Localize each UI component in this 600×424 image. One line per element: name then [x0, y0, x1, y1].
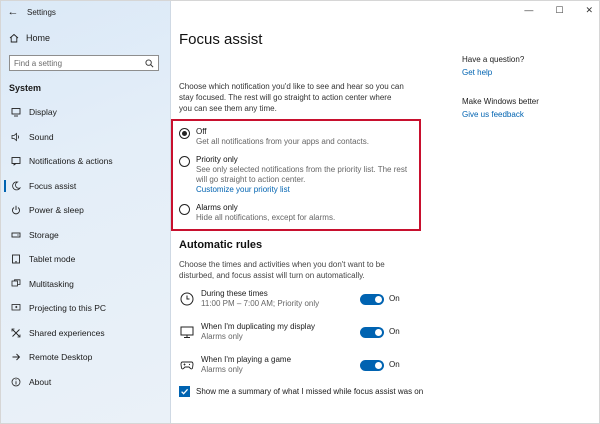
monitor-icon — [179, 324, 195, 340]
intro-text: Choose which notification you'd like to … — [179, 82, 404, 113]
moon-icon — [11, 181, 21, 191]
help-question-heading: Have a question? — [462, 55, 525, 64]
projecting-icon — [11, 303, 21, 313]
option-desc: See only selected notifications from the… — [196, 165, 408, 184]
sidebar-item-power[interactable]: Power & sleep — [1, 198, 171, 223]
radio-button[interactable] — [179, 204, 190, 215]
make-windows-better-heading: Make Windows better — [462, 97, 539, 106]
sidebar-item-storage[interactable]: Storage — [1, 223, 171, 248]
sidebar-item-label: Shared experiences — [29, 327, 105, 338]
close-button[interactable]: ✕ — [585, 5, 593, 16]
option-off[interactable]: Off Get all notifications from your apps… — [179, 127, 416, 147]
get-help-link[interactable]: Get help — [462, 68, 592, 77]
sound-icon — [11, 132, 21, 142]
remote-icon — [11, 352, 21, 362]
section-label: System — [9, 83, 42, 93]
rule-sub: Alarms only — [201, 332, 243, 341]
help-panel: Have a question? Get help Make Windows b… — [462, 55, 592, 119]
sidebar-item-remote[interactable]: Remote Desktop — [1, 345, 171, 370]
sidebar-item-label: Sound — [29, 131, 54, 142]
sidebar-item-label: Multitasking — [29, 278, 74, 289]
toggle-switch[interactable] — [360, 360, 384, 371]
sidebar-item-multitasking[interactable]: Multitasking — [1, 272, 171, 297]
nav-list: Display Sound Notifications & actions Fo… — [1, 100, 171, 394]
info-icon — [11, 377, 21, 387]
sidebar-item-label: Notifications & actions — [29, 156, 113, 167]
app-title: Settings — [27, 7, 56, 17]
nav-home-label: Home — [26, 33, 51, 43]
customize-priority-link[interactable]: Customize your priority list — [196, 185, 416, 195]
give-feedback-link[interactable]: Give us feedback — [462, 110, 592, 119]
toggle-label: On — [389, 360, 400, 369]
sidebar-item-label: Projecting to this PC — [29, 303, 107, 314]
title-bar: ← Settings — [1, 1, 171, 23]
rule-playing-game[interactable]: When I'm playing a game Alarms only On — [179, 355, 409, 381]
rule-title: When I'm duplicating my display — [201, 322, 316, 331]
sidebar-item-label: Tablet mode — [29, 254, 76, 265]
rules-title: Automatic rules — [179, 239, 263, 251]
sidebar-item-label: Focus assist — [29, 180, 77, 191]
shared-icon — [11, 328, 21, 338]
option-title: Alarms only — [196, 203, 238, 212]
rule-duplicating-display[interactable]: When I'm duplicating my display Alarms o… — [179, 322, 409, 348]
search-box[interactable] — [9, 55, 159, 71]
option-priority-only[interactable]: Priority only See only selected notifica… — [179, 155, 416, 195]
main-content: Focus assist Choose which notification y… — [171, 1, 449, 423]
display-icon — [11, 107, 21, 117]
minimize-button[interactable]: — — [524, 5, 533, 16]
option-alarms-only[interactable]: Alarms only Hide all notifications, exce… — [179, 203, 416, 223]
sidebar-item-label: Storage — [29, 229, 59, 240]
tablet-icon — [11, 254, 21, 264]
toggle-switch[interactable] — [360, 294, 384, 305]
sidebar-item-sound[interactable]: Sound — [1, 125, 171, 150]
summary-checkbox[interactable] — [179, 386, 190, 397]
sidebar-item-tablet[interactable]: Tablet mode — [1, 247, 171, 272]
sidebar-item-label: Remote Desktop — [29, 352, 93, 363]
home-icon — [9, 33, 19, 43]
sidebar-item-notifications[interactable]: Notifications & actions — [1, 149, 171, 174]
sidebar-item-focus-assist[interactable]: Focus assist — [1, 174, 171, 199]
sidebar-item-shared[interactable]: Shared experiences — [1, 321, 171, 346]
rule-title: When I'm playing a game — [201, 355, 292, 364]
option-title: Priority only — [196, 155, 238, 164]
multitasking-icon — [11, 279, 21, 289]
summary-checkbox-row[interactable]: Show me a summary of what I missed while… — [179, 386, 423, 397]
search-icon[interactable] — [145, 58, 154, 68]
settings-window: ← Settings Home System Display Sound — [0, 0, 600, 424]
sidebar-item-label: Power & sleep — [29, 205, 84, 216]
radio-button[interactable] — [179, 156, 190, 167]
maximize-button[interactable]: ☐ — [555, 5, 563, 16]
search-input[interactable] — [14, 58, 134, 68]
toggle-label: On — [389, 294, 400, 303]
sidebar-item-projecting[interactable]: Projecting to this PC — [1, 296, 171, 321]
rule-title: During these times — [201, 289, 268, 298]
option-title: Off — [196, 127, 207, 136]
option-desc: Hide all notifications, except for alarm… — [196, 213, 336, 222]
window-controls: — ☐ ✕ — [524, 5, 593, 16]
radio-button[interactable] — [179, 128, 190, 139]
sidebar-item-display[interactable]: Display — [1, 100, 171, 125]
rule-sub: 11:00 PM – 7:00 AM; Priority only — [201, 299, 320, 308]
back-arrow-icon[interactable]: ← — [1, 6, 25, 18]
rules-desc: Choose the times and activities when you… — [179, 260, 385, 280]
nav-home[interactable]: Home — [9, 33, 50, 43]
toggle-label: On — [389, 327, 400, 336]
storage-icon — [11, 230, 21, 240]
clock-icon — [179, 291, 195, 307]
summary-label: Show me a summary of what I missed while… — [196, 387, 424, 396]
toggle-switch[interactable] — [360, 327, 384, 338]
power-icon — [11, 205, 21, 215]
option-desc: Get all notifications from your apps and… — [196, 137, 369, 146]
gamepad-icon — [179, 357, 195, 373]
rule-during-times[interactable]: During these times 11:00 PM – 7:00 AM; P… — [179, 289, 409, 315]
sidebar: ← Settings Home System Display Sound — [1, 1, 171, 423]
notifications-icon — [11, 156, 21, 167]
rule-sub: Alarms only — [201, 365, 243, 374]
sidebar-item-about[interactable]: About — [1, 370, 171, 395]
page-title: Focus assist — [179, 31, 263, 48]
sidebar-item-label: Display — [29, 107, 57, 118]
sidebar-item-label: About — [29, 376, 52, 387]
